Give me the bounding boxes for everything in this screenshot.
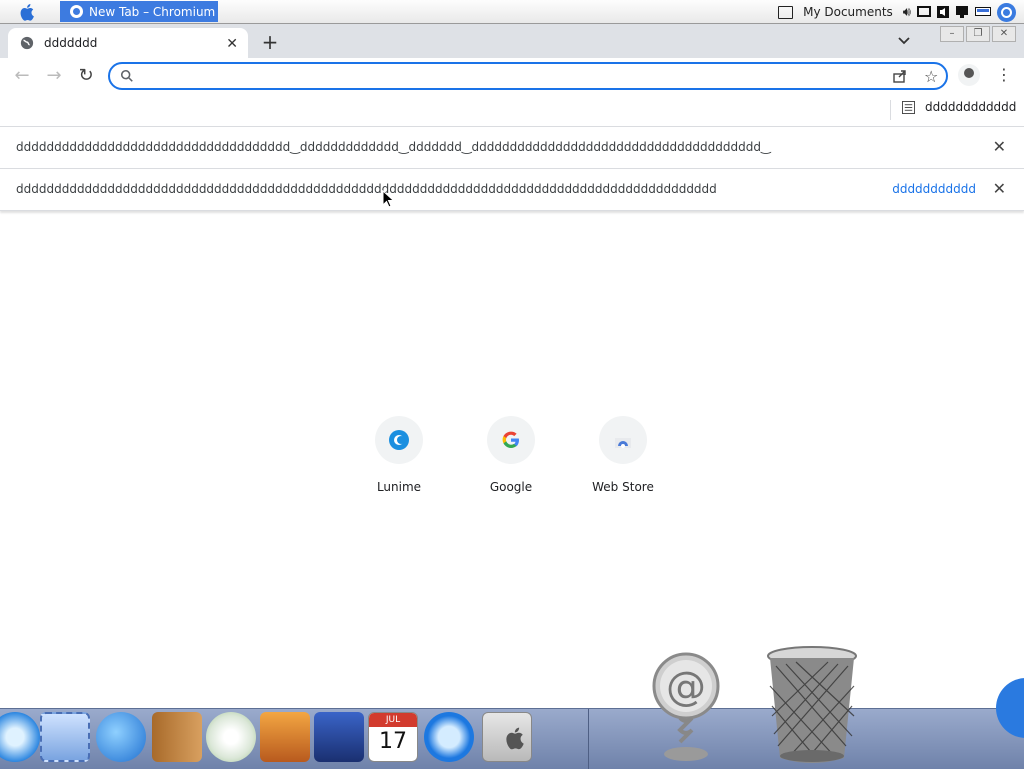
shortcut-google[interactable]: Google xyxy=(456,416,566,494)
volume-icon[interactable]: 🔊︎ xyxy=(903,5,911,20)
system-preferences-icon[interactable] xyxy=(482,712,532,762)
close-infobar-icon[interactable]: ✕ xyxy=(993,179,1006,198)
infobar: dddddddddddddddddddddddddddddddddddddddd… xyxy=(0,169,1024,211)
speaker-icon[interactable] xyxy=(937,6,949,18)
close-window-button[interactable]: ✕ xyxy=(992,26,1016,42)
lunime-icon xyxy=(389,430,409,450)
svg-text:@: @ xyxy=(666,664,706,710)
shortcut-web-store[interactable]: Web Store xyxy=(568,416,678,494)
dock-separator xyxy=(588,709,589,769)
mouse-cursor-icon xyxy=(382,190,394,208)
shortcut-tile xyxy=(487,416,535,464)
ical-month: JUL xyxy=(369,713,417,727)
reload-button[interactable]: ↻ xyxy=(76,66,96,86)
shortcut-label: Lunime xyxy=(376,480,422,494)
reading-list-icon xyxy=(902,100,915,114)
keyboard-icon[interactable] xyxy=(778,5,794,19)
quicktime-icon[interactable] xyxy=(424,712,474,762)
close-tab-icon[interactable]: ✕ xyxy=(226,36,238,52)
itunes-icon[interactable] xyxy=(206,712,256,762)
trash-icon[interactable] xyxy=(766,646,858,764)
bookmark-bar: dddddddddddd xyxy=(0,94,1024,127)
window-controls: – ❐ ✕ xyxy=(940,26,1016,42)
tab-strip: ddddddd ✕ + – ❐ ✕ xyxy=(0,24,1024,58)
google-icon xyxy=(502,431,519,448)
more-menu-icon[interactable]: ⋮ xyxy=(996,65,1012,84)
browser-toolbar: ← → ↻ ☆ ⋮ xyxy=(0,58,1024,94)
mail-stamp-icon[interactable] xyxy=(40,712,90,762)
bookmark-star-icon[interactable]: ☆ xyxy=(924,67,938,86)
forward-button[interactable]: → xyxy=(44,66,64,86)
globe-icon xyxy=(20,36,34,50)
shortcut-lunime[interactable]: Lunime xyxy=(344,416,454,494)
infobar-action-link[interactable]: ddddddddddd xyxy=(892,182,976,196)
web-store-icon xyxy=(615,438,631,448)
tab-active[interactable]: ddddddd ✕ xyxy=(8,28,248,58)
taskbar-item-label: New Tab – Chromium xyxy=(89,4,216,19)
my-documents-label[interactable]: My Documents xyxy=(803,5,893,19)
address-input[interactable] xyxy=(142,67,866,87)
address-bar[interactable]: ☆ xyxy=(108,62,948,90)
battery-icon[interactable] xyxy=(975,6,991,18)
back-button[interactable]: ← xyxy=(12,66,32,86)
shortcut-tile xyxy=(599,416,647,464)
spotlight-search-icon[interactable] xyxy=(997,2,1016,22)
ical-day: 17 xyxy=(379,729,407,754)
ical-icon[interactable]: JUL 17 xyxy=(368,712,418,762)
iphoto-icon[interactable] xyxy=(260,712,310,762)
taskbar-item-chromium[interactable]: New Tab – Chromium xyxy=(60,1,218,22)
tab-title: ddddddd xyxy=(44,36,98,50)
mail-stand-icon[interactable]: @ xyxy=(646,652,726,764)
infobar-message: dddddddddddddddddddddddddddddddddddddddd… xyxy=(16,182,717,196)
apple-icon[interactable] xyxy=(18,2,38,22)
search-icon xyxy=(120,69,133,82)
shortcut-label: Web Store xyxy=(592,480,654,494)
chromium-icon xyxy=(70,5,83,18)
ichat-icon[interactable] xyxy=(96,712,146,762)
infobar-message: dddddddddddddddddddddddddddddddddddd‿ddd… xyxy=(16,140,771,154)
new-tab-button[interactable]: + xyxy=(260,30,280,54)
shortcut-label: Google xyxy=(489,480,533,494)
display-icon[interactable] xyxy=(917,6,931,18)
system-tray: My Documents 🔊︎ xyxy=(778,0,1024,24)
imovie-icon[interactable] xyxy=(314,712,364,762)
minimize-button[interactable]: – xyxy=(940,26,964,42)
address-book-icon[interactable] xyxy=(152,712,202,762)
maximize-button[interactable]: ❐ xyxy=(966,26,990,42)
chevron-down-icon[interactable] xyxy=(896,32,912,48)
monitor-icon[interactable] xyxy=(955,5,969,19)
infobar: dddddddddddddddddddddddddddddddddddd‿ddd… xyxy=(0,127,1024,169)
divider xyxy=(890,100,891,120)
reading-list-label: dddddddddddd xyxy=(925,100,1017,114)
shortcut-tile xyxy=(375,416,423,464)
close-infobar-icon[interactable]: ✕ xyxy=(993,137,1006,156)
apple-icon xyxy=(506,727,524,750)
reading-list-button[interactable]: dddddddddddd xyxy=(902,100,1016,114)
menubar: New Tab – Chromium My Documents 🔊︎ xyxy=(0,0,1024,24)
share-icon[interactable] xyxy=(892,68,908,84)
profile-avatar[interactable] xyxy=(958,64,980,86)
